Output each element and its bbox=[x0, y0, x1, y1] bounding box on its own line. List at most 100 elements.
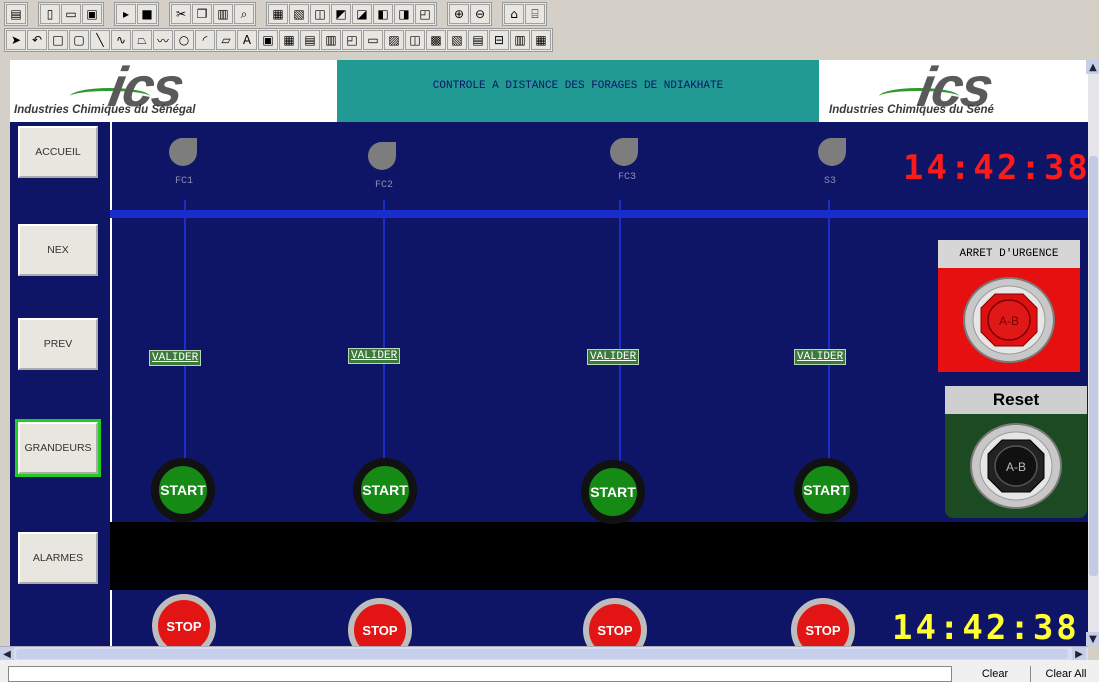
draw-tool-icon-21[interactable]: ▩ bbox=[426, 30, 446, 50]
draw-tool-icon-19[interactable]: ▨ bbox=[384, 30, 404, 50]
pump-label-4: S3 bbox=[823, 176, 836, 187]
clock-bottom: 14:42:38 bbox=[892, 608, 1080, 646]
find-icon[interactable]: ⌕ bbox=[234, 4, 254, 24]
grid-a-icon[interactable]: ▦ bbox=[268, 4, 288, 24]
run-icon[interactable]: ▸ bbox=[116, 4, 136, 24]
tool-e-icon[interactable]: ◨ bbox=[394, 4, 414, 24]
toolbar-group: ✂ ❐ ▥ ⌕ bbox=[169, 2, 256, 26]
zoom-in-icon[interactable]: ⊕ bbox=[449, 4, 469, 24]
cut-icon[interactable]: ✂ bbox=[171, 4, 191, 24]
title-bar: CONTROLE A DISTANCE DES FORAGES DE NDIAK… bbox=[337, 60, 819, 122]
emergency-stop-button[interactable]: A-B bbox=[962, 276, 1056, 364]
new-icon[interactable]: ▯ bbox=[40, 4, 60, 24]
reset-label: Reset bbox=[945, 386, 1087, 414]
tool-d-icon[interactable]: ◧ bbox=[373, 4, 393, 24]
status-band bbox=[110, 522, 1088, 590]
nav-grandeurs-button[interactable]: GRANDEURS bbox=[15, 419, 101, 477]
tool-c-icon[interactable]: ◪ bbox=[352, 4, 372, 24]
tool-a-icon[interactable]: ◫ bbox=[310, 4, 330, 24]
clear-button[interactable]: Clear bbox=[960, 666, 1031, 682]
draw-tool-icon-23[interactable]: ▤ bbox=[468, 30, 488, 50]
clock-top: 14:42:38 bbox=[903, 148, 1088, 188]
draw-tool-icon-16[interactable]: ▥ bbox=[321, 30, 341, 50]
nav-accueil-button[interactable]: ACCUEIL bbox=[18, 126, 98, 178]
draw-tool-icon-10[interactable]: ◜ bbox=[195, 30, 215, 50]
draw-tool-icon-7[interactable]: ⏢ bbox=[132, 30, 152, 50]
pump-icon bbox=[817, 138, 846, 166]
start-button-4[interactable]: START bbox=[794, 458, 858, 522]
stop-button-4[interactable]: STOP bbox=[791, 598, 855, 646]
scroll-up-icon[interactable]: ▲ bbox=[1086, 60, 1099, 74]
toolbar-group: ⊕ ⊖ bbox=[447, 2, 492, 26]
draw-tool-icon-17[interactable]: ◰ bbox=[342, 30, 362, 50]
status-bar: Clear Clear All bbox=[0, 660, 1099, 682]
draw-tool-icon-12[interactable]: A bbox=[237, 30, 257, 50]
stop-button-1[interactable]: STOP bbox=[152, 594, 216, 646]
stop-square-icon[interactable]: ■ bbox=[137, 4, 157, 24]
main-pipe bbox=[110, 210, 1088, 218]
emergency-stop-label: ARRET D'URGENCE bbox=[938, 240, 1080, 268]
draw-tool-icon-13[interactable]: ▣ bbox=[258, 30, 278, 50]
draw-tool-icon-15[interactable]: ▤ bbox=[300, 30, 320, 50]
valider-button-4[interactable]: VALIDER bbox=[794, 349, 847, 365]
emergency-stop-button-text: A-B bbox=[999, 314, 1019, 328]
grid-b-icon[interactable]: ▧ bbox=[289, 4, 309, 24]
frame-a-icon[interactable]: ⌂ bbox=[504, 4, 524, 24]
save-icon[interactable]: ▣ bbox=[82, 4, 102, 24]
standard-toolbar: ▤ ▯ ▭ ▣ ▸ ■ ✂ ❐ ▥ ⌕ ▦ ▧ ◫ ◩ ◪ ◧ ◨ ◰ ⊕ ⊖ ⌂ ⌸ bbox=[4, 2, 547, 26]
toolbar-group: ▯ ▭ ▣ bbox=[38, 2, 104, 26]
frame-b-icon[interactable]: ⌸ bbox=[525, 4, 545, 24]
ics-logo-right: ics Industries Chimiques du Séné bbox=[819, 60, 1088, 122]
vertical-scroll-thumb[interactable] bbox=[1089, 156, 1098, 576]
vertical-scrollbar[interactable]: ▲ ▼ bbox=[1086, 60, 1099, 646]
horizontal-scrollbar[interactable]: ◀ ▶ bbox=[0, 646, 1088, 661]
doc-icon[interactable]: ▤ bbox=[6, 4, 26, 24]
reset-button[interactable]: A-B bbox=[969, 422, 1063, 510]
draw-tool-icon-4[interactable]: ▢ bbox=[69, 30, 89, 50]
nav-prev-button[interactable]: PREV bbox=[18, 318, 98, 370]
nav-nex-button[interactable]: NEX bbox=[18, 224, 98, 276]
start-button-1[interactable]: START bbox=[151, 458, 215, 522]
draw-tool-icon-6[interactable]: ∿ bbox=[111, 30, 131, 50]
scroll-down-icon[interactable]: ▼ bbox=[1086, 632, 1099, 646]
draw-tool-icon-20[interactable]: ◫ bbox=[405, 30, 425, 50]
open-icon[interactable]: ▭ bbox=[61, 4, 81, 24]
paste-icon[interactable]: ▥ bbox=[213, 4, 233, 24]
nav-rail: ACCUEIL NEX PREV GRANDEURS ALARMES bbox=[10, 122, 112, 646]
tool-f-icon[interactable]: ◰ bbox=[415, 4, 435, 24]
valider-button-2[interactable]: VALIDER bbox=[348, 348, 401, 364]
draw-tool-icon-22[interactable]: ▧ bbox=[447, 30, 467, 50]
tool-b-icon[interactable]: ◩ bbox=[331, 4, 351, 24]
valider-button-1[interactable]: VALIDER bbox=[149, 350, 202, 366]
draw-tool-icon-24[interactable]: ⊟ bbox=[489, 30, 509, 50]
horizontal-scroll-thumb[interactable] bbox=[16, 649, 1068, 659]
scroll-left-icon[interactable]: ◀ bbox=[0, 647, 14, 661]
draw-tool-icon-2[interactable]: ↶ bbox=[27, 30, 47, 50]
valider-button-3[interactable]: VALIDER bbox=[587, 349, 640, 365]
clear-all-button[interactable]: Clear All bbox=[1034, 666, 1098, 682]
draw-tool-icon-8[interactable]: 〰 bbox=[153, 30, 173, 50]
toolbar-group: ▸ ■ bbox=[114, 2, 159, 26]
draw-tool-icon-1[interactable]: ➤ bbox=[6, 30, 26, 50]
pump-icon bbox=[367, 142, 396, 170]
zoom-out-icon[interactable]: ⊖ bbox=[470, 4, 490, 24]
draw-tool-icon-25[interactable]: ▥ bbox=[510, 30, 530, 50]
pump-label-1: FC1 bbox=[174, 176, 193, 187]
draw-tool-icon-18[interactable]: ▭ bbox=[363, 30, 383, 50]
scroll-right-icon[interactable]: ▶ bbox=[1072, 647, 1086, 661]
draw-tool-icon-3[interactable]: □ bbox=[48, 30, 68, 50]
draw-tool-icon-5[interactable]: ╲ bbox=[90, 30, 110, 50]
pump-icon bbox=[168, 138, 197, 166]
draw-tool-icon-14[interactable]: ▦ bbox=[279, 30, 299, 50]
start-button-3[interactable]: START bbox=[581, 460, 645, 524]
copy-icon[interactable]: ❐ bbox=[192, 4, 212, 24]
reset-button-text: A-B bbox=[1006, 460, 1026, 474]
pump-label-3: FC3 bbox=[617, 172, 636, 183]
stop-button-2[interactable]: STOP bbox=[348, 598, 412, 646]
start-button-2[interactable]: START bbox=[353, 458, 417, 522]
stop-button-3[interactable]: STOP bbox=[583, 598, 647, 646]
draw-tool-icon-26[interactable]: ▦ bbox=[531, 30, 551, 50]
draw-tool-icon-9[interactable]: ○ bbox=[174, 30, 194, 50]
nav-alarmes-button[interactable]: ALARMES bbox=[18, 532, 98, 584]
draw-tool-icon-11[interactable]: ▱ bbox=[216, 30, 236, 50]
